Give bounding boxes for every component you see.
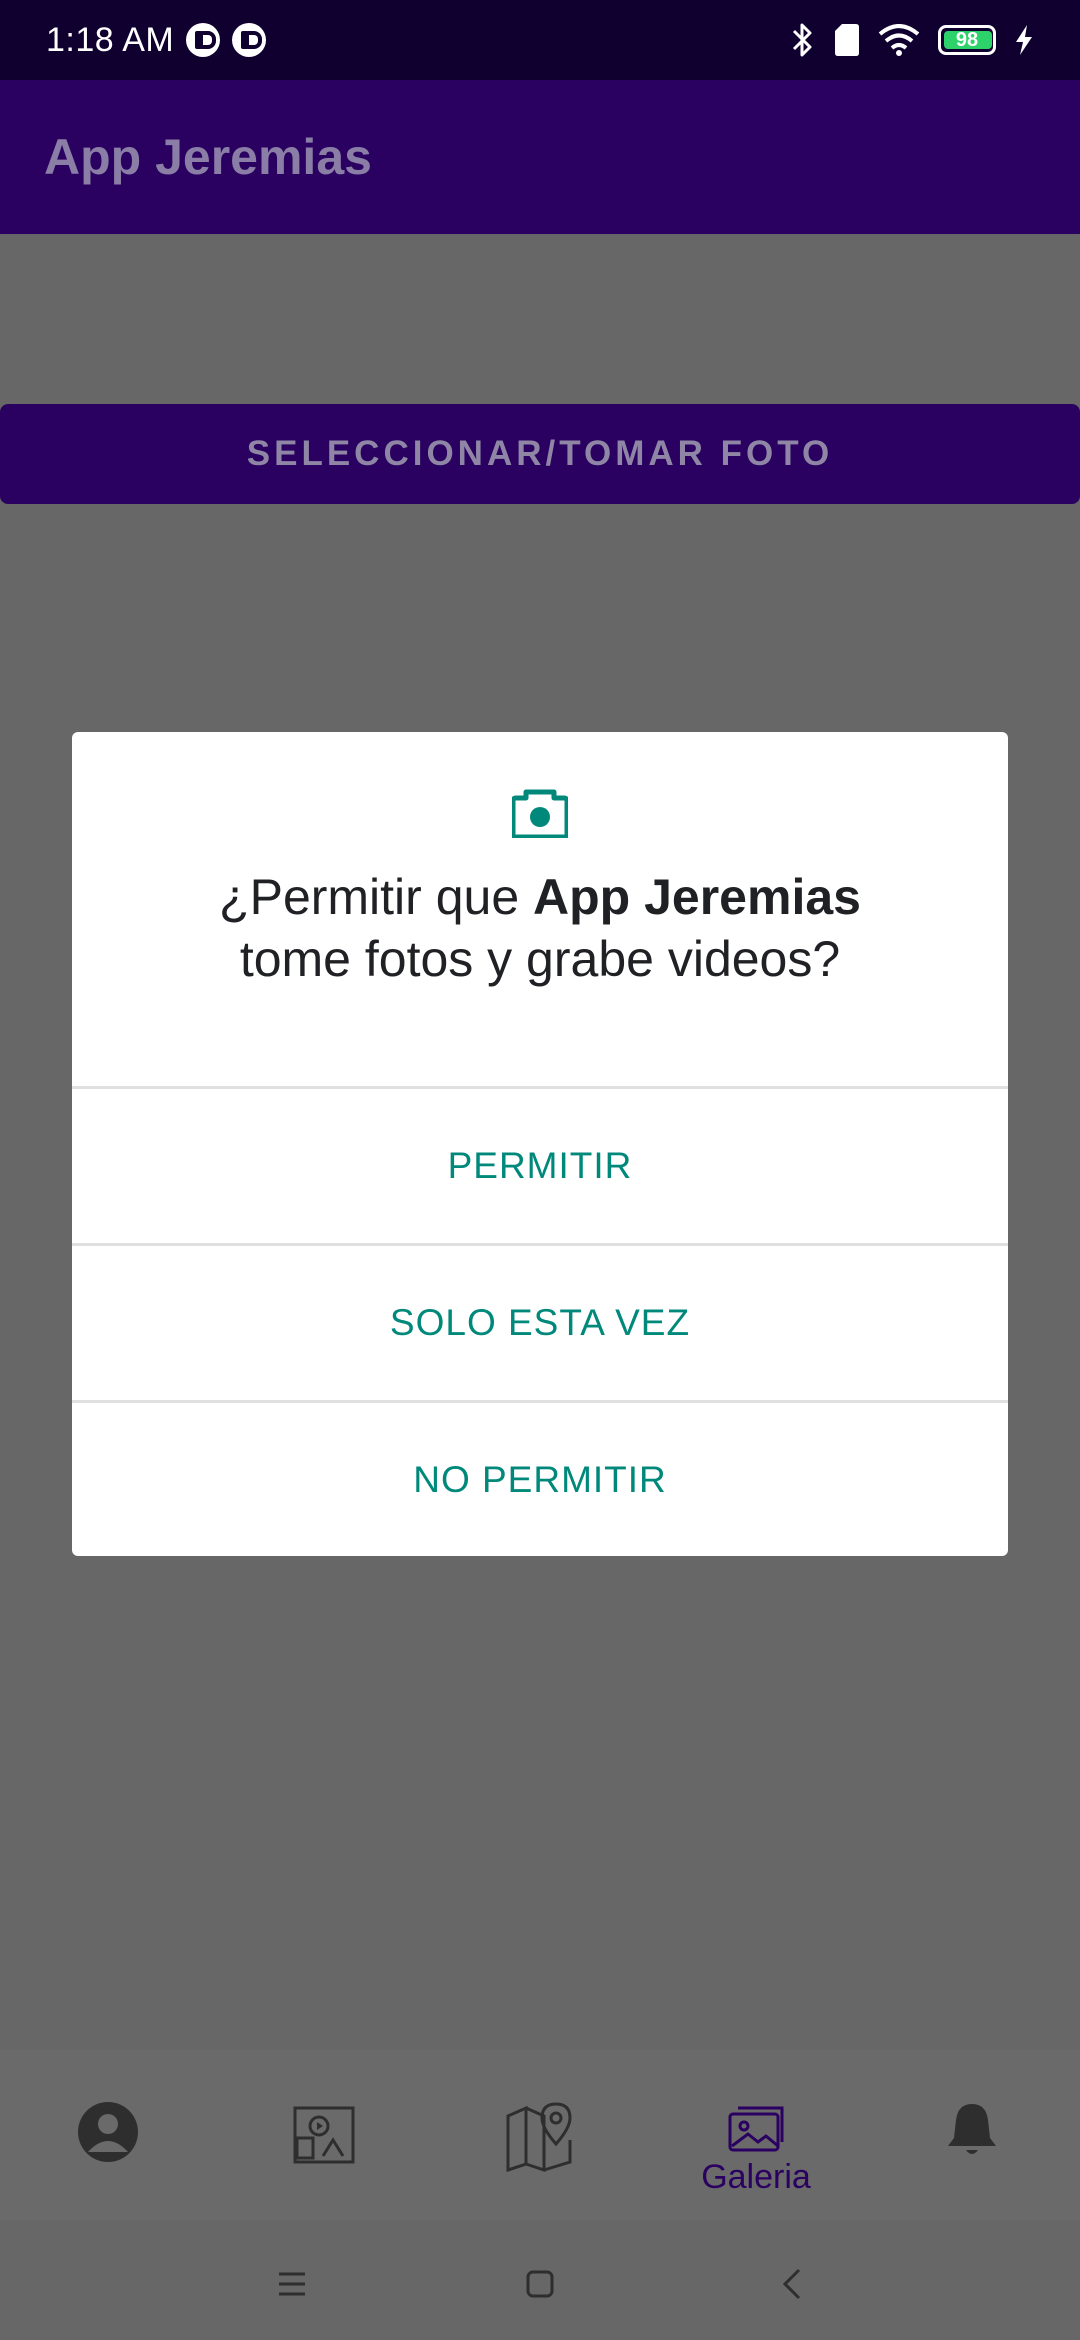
map-pin-icon — [506, 2102, 572, 2172]
app-bar: App Jeremias — [0, 80, 1080, 234]
battery-percent: 98 — [955, 28, 979, 51]
dialog-title-prefix: ¿Permitir que — [219, 869, 534, 925]
permission-dialog: ¿Permitir que App Jeremias tome fotos y … — [72, 732, 1008, 1556]
nav-item-gallery[interactable]: Galeria — [696, 2100, 816, 2220]
back-icon[interactable] — [782, 2268, 802, 2300]
gallery-icon — [728, 2106, 784, 2152]
battery-icon: 98 — [938, 25, 996, 55]
status-left: 1:18 AM — [46, 20, 267, 60]
nav-item-map[interactable] — [480, 2100, 600, 2220]
allow-button-label: PERMITIR — [447, 1145, 633, 1186]
select-take-photo-button[interactable]: SELECCIONAR/TOMAR FOTO — [0, 404, 1080, 504]
deny-button-label: NO PERMITIR — [413, 1459, 667, 1500]
only-this-time-button[interactable]: SOLO ESTA VEZ — [72, 1246, 1008, 1400]
dialog-title: ¿Permitir que App Jeremias tome fotos y … — [159, 866, 921, 990]
deny-button[interactable]: NO PERMITIR — [72, 1403, 1008, 1556]
camera-icon — [512, 789, 568, 838]
select-take-photo-label: SELECCIONAR/TOMAR FOTO — [246, 434, 834, 473]
only-this-time-label: SOLO ESTA VEZ — [389, 1302, 691, 1343]
charging-icon — [1016, 25, 1032, 55]
nav-item-profile[interactable] — [48, 2100, 168, 2220]
menu-icon[interactable] — [278, 2272, 306, 2296]
notification-icon — [186, 23, 221, 57]
nav-label-gallery: Galeria — [701, 2158, 811, 2196]
dialog-title-suffix: tome fotos y grabe videos? — [239, 931, 841, 987]
notification-icon — [232, 23, 267, 57]
media-icon — [293, 2106, 355, 2164]
nav-item-media[interactable] — [264, 2100, 384, 2220]
wifi-icon — [878, 24, 920, 56]
bell-icon — [948, 2104, 996, 2154]
profile-icon — [78, 2102, 138, 2162]
nav-item-notifications[interactable] — [912, 2100, 1032, 2220]
dialog-title-app: App Jeremias — [533, 869, 861, 925]
status-time: 1:18 AM — [46, 20, 175, 59]
bluetooth-icon — [792, 23, 812, 57]
sim-card-icon — [835, 24, 859, 56]
allow-button[interactable]: PERMITIR — [72, 1089, 1008, 1243]
status-bar: 1:18 AM 98 — [0, 0, 1080, 80]
app-title: App Jeremias — [44, 129, 372, 185]
system-navigation-bar — [0, 2220, 1080, 2340]
status-right: 98 — [790, 22, 1034, 58]
dialog-header: ¿Permitir que App Jeremias tome fotos y … — [72, 732, 1008, 1086]
home-icon[interactable] — [526, 2270, 554, 2298]
